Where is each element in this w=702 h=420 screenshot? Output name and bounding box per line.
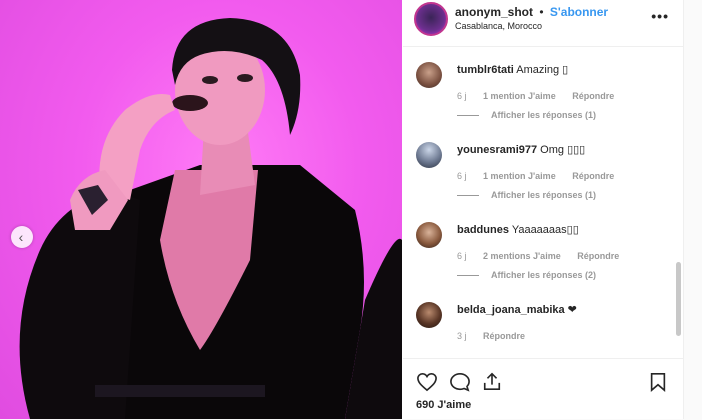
comment-body: ❤ bbox=[567, 304, 577, 316]
commenter-username[interactable]: tumblr6tati bbox=[457, 64, 514, 76]
commenter-avatar[interactable] bbox=[416, 222, 442, 248]
view-replies-label: Afficher les réponses (2) bbox=[491, 270, 597, 280]
portrait-illustration bbox=[19, 18, 402, 419]
share-icon[interactable] bbox=[482, 371, 502, 391]
more-options-button[interactable]: ••• bbox=[651, 8, 669, 24]
avatar[interactable] bbox=[414, 2, 448, 36]
comment-text: baddunes Yaaaaaaas▯▯ bbox=[457, 223, 579, 236]
view-replies-button[interactable]: Afficher les réponses (1) bbox=[457, 110, 596, 120]
post-modal: ‹ anonym_shot • S'abonner Casablanca, Mo… bbox=[0, 0, 684, 419]
reply-button[interactable]: Répondre bbox=[572, 91, 614, 101]
comment-body: Yaaaaaaas▯▯ bbox=[511, 224, 579, 236]
author-username[interactable]: anonym_shot bbox=[455, 5, 533, 19]
post-header: anonym_shot • S'abonner Casablanca, Moro… bbox=[403, 0, 683, 47]
comment-text: tumblr6tati Amazing ▯ bbox=[457, 63, 568, 76]
reply-button[interactable]: Répondre bbox=[572, 171, 614, 181]
separator-dot: • bbox=[539, 5, 544, 19]
view-replies-label: Afficher les réponses (1) bbox=[491, 110, 597, 120]
commenter-avatar[interactable] bbox=[416, 142, 442, 168]
comment-body: Amazing ▯ bbox=[516, 64, 569, 76]
replies-dash bbox=[457, 115, 479, 117]
view-replies-button[interactable]: Afficher les réponses (1) bbox=[457, 190, 596, 200]
comment-body: Omg ▯▯▯ bbox=[540, 144, 586, 156]
location-link[interactable]: Casablanca, Morocco bbox=[455, 21, 542, 31]
likes-count[interactable]: 690 J'aime bbox=[416, 399, 471, 411]
view-replies-button[interactable]: Afficher les réponses (2) bbox=[457, 270, 596, 280]
comment-meta: 6 j 1 mention J'aime Répondre bbox=[457, 91, 614, 101]
comment-meta: 6 j 2 mentions J'aime Répondre bbox=[457, 251, 619, 261]
post-actions: 690 J'aime bbox=[403, 358, 683, 420]
reply-button[interactable]: Répondre bbox=[483, 331, 525, 341]
view-replies-label: Afficher les réponses (1) bbox=[491, 190, 597, 200]
commenter-avatar[interactable] bbox=[416, 62, 442, 88]
heart-icon[interactable] bbox=[416, 372, 438, 392]
comment-likes-link[interactable]: 1 mention J'aime bbox=[483, 171, 556, 181]
commenter-username[interactable]: belda_joana_mabika bbox=[457, 304, 565, 316]
post-photo[interactable]: ‹ bbox=[0, 0, 402, 419]
post-side-panel: anonym_shot • S'abonner Casablanca, Moro… bbox=[403, 0, 683, 419]
comments-scrollbar[interactable] bbox=[676, 262, 681, 336]
reply-button[interactable]: Répondre bbox=[577, 251, 619, 261]
replies-dash bbox=[457, 195, 479, 197]
comment-meta: 3 j Répondre bbox=[457, 331, 525, 341]
bookmark-icon[interactable] bbox=[649, 372, 667, 392]
comment-likes-link[interactable]: 2 mentions J'aime bbox=[483, 251, 561, 261]
commenter-username[interactable]: baddunes bbox=[457, 224, 509, 236]
comment-age: 6 j bbox=[457, 171, 467, 181]
comment-meta: 6 j 1 mention J'aime Répondre bbox=[457, 171, 614, 181]
header-line: anonym_shot • S'abonner bbox=[455, 5, 608, 19]
comment-icon[interactable] bbox=[449, 372, 471, 392]
more-icon: ••• bbox=[651, 8, 669, 24]
commenter-username[interactable]: younesrami977 bbox=[457, 144, 537, 156]
previous-photo-button[interactable]: ‹ bbox=[11, 226, 33, 248]
comment-text: younesrami977 Omg ▯▯▯ bbox=[457, 143, 585, 156]
commenter-avatar[interactable] bbox=[416, 302, 442, 328]
comment-age: 6 j bbox=[457, 91, 467, 101]
comment-text: belda_joana_mabika ❤ bbox=[457, 303, 577, 316]
comment-likes-link[interactable]: 1 mention J'aime bbox=[483, 91, 556, 101]
chevron-left-icon: ‹ bbox=[18, 229, 24, 245]
comment-age: 6 j bbox=[457, 251, 467, 261]
comment-age: 3 j bbox=[457, 331, 467, 341]
follow-button[interactable]: S'abonner bbox=[550, 5, 608, 19]
replies-dash bbox=[457, 275, 479, 277]
comments-list: tumblr6tati Amazing ▯ 6 j 1 mention J'ai… bbox=[403, 47, 675, 358]
